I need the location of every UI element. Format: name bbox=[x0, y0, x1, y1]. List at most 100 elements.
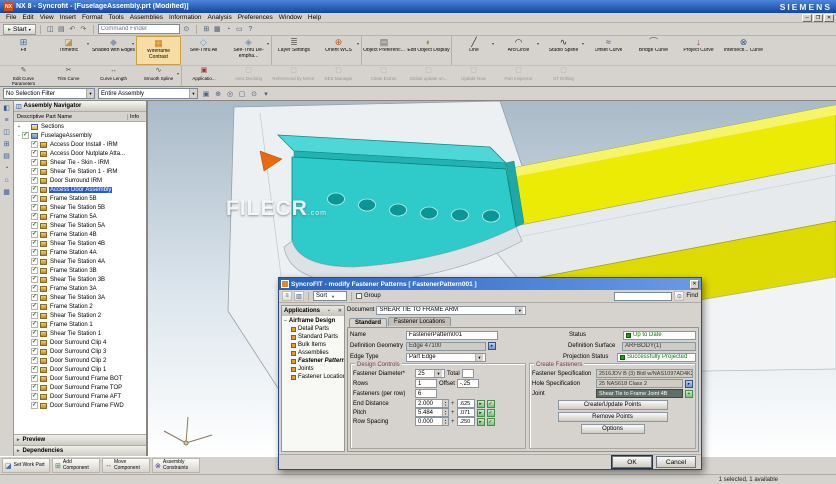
geometry-picker-button[interactable]: ▸ bbox=[488, 342, 496, 350]
total-checkbox[interactable] bbox=[462, 369, 474, 378]
app-tree-root[interactable]: − Airframe Design bbox=[282, 316, 344, 325]
selection-filter-select[interactable]: No Selection Filter ▼ bbox=[3, 88, 95, 99]
tree-row[interactable]: Access Door Nutplate Atta... bbox=[14, 149, 146, 158]
tree-row[interactable]: Shear Tie Station 4A bbox=[14, 257, 146, 266]
restore-icon[interactable]: ❐ bbox=[813, 14, 823, 22]
quickbar-icon[interactable]: ▤ bbox=[56, 24, 67, 35]
quickbar-icon[interactable]: ▭ bbox=[234, 24, 245, 35]
fasteners-per-row-field[interactable]: 6 bbox=[415, 389, 437, 398]
document-select[interactable]: SHEAR TIE TO FRAME ARM ▼ bbox=[376, 306, 526, 315]
navigator-tab-icon[interactable]: ⊞ bbox=[1, 139, 12, 149]
component-checkbox[interactable] bbox=[31, 357, 38, 364]
component-checkbox[interactable] bbox=[31, 240, 38, 247]
bottom-toolbar-button[interactable]: ◪ Set Work Part bbox=[2, 458, 50, 473]
tree-row[interactable]: Door Surround Clip 2 bbox=[14, 356, 146, 365]
bottom-toolbar-button[interactable]: ⊞ Add Component bbox=[52, 458, 100, 473]
panel-close-icon[interactable]: ✕ bbox=[338, 308, 342, 314]
tree-row[interactable]: Frame Station 4A bbox=[14, 248, 146, 257]
rows-field[interactable]: 1 bbox=[415, 379, 437, 388]
menu-item[interactable]: Assemblies bbox=[127, 14, 166, 21]
component-checkbox[interactable] bbox=[31, 321, 38, 328]
tree-row[interactable]: Shear Tie Station 1 - IRM bbox=[14, 167, 146, 176]
menu-item[interactable]: Information bbox=[166, 14, 205, 21]
create-fasteners-action-button[interactable]: Create/Update Points bbox=[558, 400, 668, 410]
app-tree-item[interactable]: Joints bbox=[282, 365, 344, 373]
selection-scope-select[interactable]: Entire Assembly ▼ bbox=[98, 88, 198, 99]
tree-row[interactable]: Door Surround Clip 3 bbox=[14, 347, 146, 356]
ribbon-button[interactable]: ⊕ ▾ Orient WCS bbox=[316, 36, 361, 65]
navigator-tab-icon[interactable]: ◔ bbox=[1, 163, 12, 173]
tree-row[interactable]: Access Door Assembly bbox=[14, 185, 146, 194]
component-checkbox[interactable] bbox=[31, 285, 38, 292]
dialog-tab[interactable]: Fastener Locations bbox=[388, 317, 451, 326]
tree-row[interactable]: Frame Station 4B bbox=[14, 230, 146, 239]
add-joint-button[interactable]: + bbox=[685, 390, 693, 398]
close-icon[interactable]: ✕ bbox=[824, 14, 834, 22]
value-spinner[interactable]: 5.484▴▾ bbox=[415, 408, 449, 417]
tree-row[interactable]: Door Surround Frame AFT bbox=[14, 392, 146, 401]
component-checkbox[interactable] bbox=[31, 168, 38, 175]
ribbon-button[interactable]: ▤ Object Preferenc... bbox=[361, 36, 406, 65]
tree-row[interactable]: Shear Tie Station 2 bbox=[14, 311, 146, 320]
quickbar-icon[interactable]: ⊞ bbox=[201, 24, 212, 35]
menu-item[interactable]: Preferences bbox=[235, 14, 276, 21]
ribbon-button[interactable]: ↓ Project Curve bbox=[676, 36, 721, 65]
hole-spec-browse-button[interactable]: ▸ bbox=[685, 380, 693, 388]
ribbon-button[interactable]: ⊗ Intersecti... Curve bbox=[721, 36, 766, 65]
ribbon-button[interactable]: ▢ Global update on... bbox=[406, 66, 451, 86]
find-input[interactable] bbox=[614, 292, 672, 301]
component-checkbox[interactable] bbox=[31, 204, 38, 211]
menu-item[interactable]: Tools bbox=[106, 14, 127, 21]
tree-row[interactable]: Door Surround IRM bbox=[14, 176, 146, 185]
component-checkbox[interactable] bbox=[31, 186, 38, 193]
component-checkbox[interactable] bbox=[31, 141, 38, 148]
adjust-field[interactable]: .071 bbox=[457, 408, 475, 417]
tree-row[interactable]: Door Surround Frame TOP bbox=[14, 383, 146, 392]
tree-row[interactable]: Shear Tie Station 1 bbox=[14, 329, 146, 338]
ok-button[interactable]: OK bbox=[612, 456, 652, 468]
tree-row[interactable]: Frame Station 1 bbox=[14, 320, 146, 329]
tree-row[interactable]: Frame Station 5A bbox=[14, 212, 146, 221]
ribbon-button[interactable]: ▢ ST Drilling bbox=[541, 66, 586, 86]
filterbar-icon[interactable]: ⊙ bbox=[249, 89, 259, 99]
pin-icon[interactable]: ▪ bbox=[328, 308, 330, 314]
tree-view-icon[interactable]: ▥ bbox=[294, 291, 304, 301]
menu-item[interactable]: Analysis bbox=[204, 14, 234, 21]
tree-row[interactable]: Shear Tie Station 3B bbox=[14, 275, 146, 284]
command-finder-input[interactable] bbox=[98, 24, 180, 34]
tree-row[interactable]: Frame Station 2 bbox=[14, 302, 146, 311]
group-checkbox[interactable] bbox=[356, 293, 362, 299]
lock-button[interactable]: ▸ bbox=[477, 409, 485, 417]
component-checkbox[interactable] bbox=[31, 375, 38, 382]
adjust-field[interactable]: .250 bbox=[457, 417, 475, 426]
ribbon-button[interactable]: ≈ Offset Curve bbox=[586, 36, 631, 65]
component-checkbox[interactable] bbox=[31, 222, 38, 229]
edge-type-select[interactable]: Part Edge▼ bbox=[406, 353, 486, 362]
component-checkbox[interactable] bbox=[31, 312, 38, 319]
component-checkbox[interactable] bbox=[31, 348, 38, 355]
dependencies-section-header[interactable]: ▸ Dependencies bbox=[14, 445, 146, 456]
list-view-icon[interactable]: ≡ bbox=[282, 291, 292, 301]
expand-icon[interactable]: − bbox=[284, 318, 287, 324]
app-tree-item[interactable]: Bulk Items bbox=[282, 341, 344, 349]
joint-field[interactable]: Shear Tie to Frame Joint 4B bbox=[596, 389, 683, 398]
component-checkbox[interactable] bbox=[31, 249, 38, 256]
component-checkbox[interactable] bbox=[22, 132, 29, 139]
quickbar-icon[interactable]: ◔ bbox=[223, 24, 234, 35]
quickbar-icon[interactable]: ▦ bbox=[212, 24, 223, 35]
cancel-button[interactable]: Cancel bbox=[656, 456, 696, 468]
ribbon-button[interactable]: ◠ ▾ Arc/Circle bbox=[496, 36, 541, 65]
component-checkbox[interactable] bbox=[31, 393, 38, 400]
tree-row[interactable]: Door Surround Clip 1 bbox=[14, 365, 146, 374]
tree-row[interactable]: Door Surround Clip 4 bbox=[14, 338, 146, 347]
ribbon-button[interactable]: ◇ See-Thru All bbox=[181, 36, 226, 65]
ribbon-button[interactable]: ∿ ▾ Smooth Spline bbox=[136, 66, 181, 86]
menu-item[interactable]: Insert bbox=[57, 14, 79, 21]
component-checkbox[interactable] bbox=[31, 267, 38, 274]
create-fasteners-action-button[interactable]: Options bbox=[581, 424, 645, 434]
app-tree-item[interactable]: Standard Parts bbox=[282, 333, 344, 341]
app-tree-item[interactable]: Assemblies bbox=[282, 349, 344, 357]
apply-button[interactable]: ✓ bbox=[487, 418, 495, 426]
minimize-icon[interactable]: ─ bbox=[802, 14, 812, 22]
bottom-toolbar-button[interactable]: ⊗ Assembly Constraints bbox=[152, 458, 200, 473]
